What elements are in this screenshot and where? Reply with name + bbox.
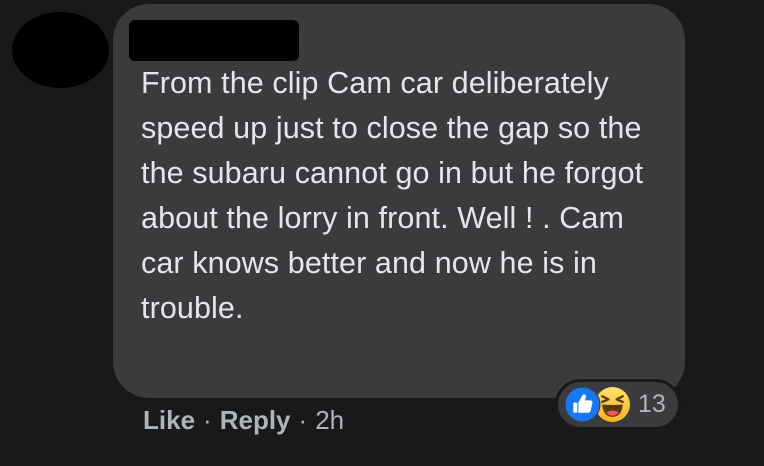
avatar[interactable] <box>12 12 109 88</box>
separator: · <box>298 404 308 435</box>
like-button[interactable]: Like <box>143 405 195 436</box>
comment-actions: Like · Reply · 2h <box>143 403 344 437</box>
reaction-count: 13 <box>638 390 666 418</box>
like-icon <box>564 386 601 423</box>
author-name-redacted[interactable] <box>129 20 299 61</box>
comment-text: From the clip Cam car deliberately speed… <box>141 66 644 325</box>
comment-bubble: From the clip Cam car deliberately speed… <box>113 4 685 398</box>
reactions-summary[interactable]: 13 <box>555 379 681 430</box>
separator: · <box>203 404 212 435</box>
timestamp[interactable]: 2h <box>315 405 344 436</box>
reply-button[interactable]: Reply <box>220 405 291 436</box>
